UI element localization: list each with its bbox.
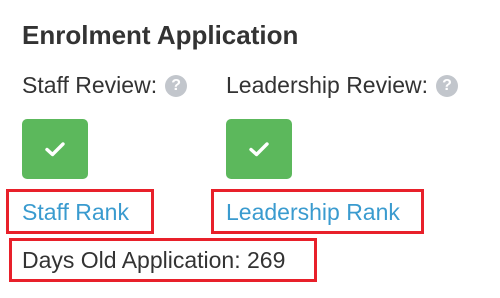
staff-review-label: Staff Review: — [22, 72, 158, 98]
question-circle-icon[interactable]: ? — [165, 74, 188, 97]
staff-rank-link[interactable]: Staff Rank — [22, 199, 129, 226]
leadership-review-label: Leadership Review: — [226, 72, 429, 98]
check-icon — [249, 142, 269, 157]
page-title: Enrolment Application — [22, 20, 299, 50]
leadership-rank-link[interactable]: Leadership Rank — [226, 199, 400, 226]
days-old-application: Days Old Application: 269 — [22, 247, 286, 273]
leadership-review-status — [226, 119, 292, 179]
check-icon — [45, 142, 65, 157]
leadership-review-label-row: Leadership Review: ? — [226, 72, 459, 99]
staff-review-label-row: Staff Review: ? — [22, 72, 188, 99]
question-circle-icon[interactable]: ? — [436, 74, 459, 97]
staff-review-status — [22, 119, 88, 179]
